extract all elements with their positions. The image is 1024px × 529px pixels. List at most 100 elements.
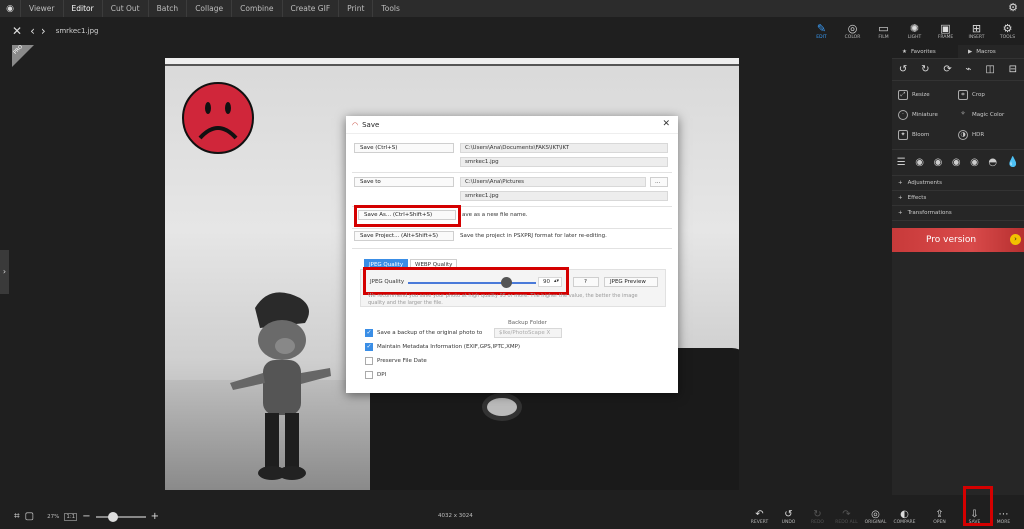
- section-transformations[interactable]: + Transformations: [892, 206, 1024, 221]
- flip-vertical-icon[interactable]: ⊟: [1009, 64, 1017, 75]
- quality-note-line-1: We recommend you save your photo at high…: [368, 293, 638, 299]
- save-to-button[interactable]: Save to: [354, 177, 454, 187]
- original-button[interactable]: ◎ ORIGINAL: [861, 505, 890, 529]
- tool-frame[interactable]: ▣ FRAME: [930, 17, 961, 45]
- filter-4-icon[interactable]: ◉: [970, 157, 979, 168]
- metadata-checkbox[interactable]: ✓: [365, 343, 373, 351]
- rotate-free-icon[interactable]: ⟳: [943, 64, 951, 75]
- pro-corner-badge: PRO: [12, 44, 34, 67]
- close-icon[interactable]: ✕: [662, 119, 670, 129]
- filter-2-icon[interactable]: ◉: [934, 157, 943, 168]
- tools-icon: ⚙: [1002, 21, 1013, 35]
- preserve-date-checkbox[interactable]: [365, 357, 373, 365]
- backup-checkbox[interactable]: ✓: [365, 329, 373, 337]
- magic-color-tool[interactable]: ✧ Magic Color: [958, 107, 1018, 123]
- save-button[interactable]: Save (Ctrl+S): [354, 143, 454, 153]
- menu-editor[interactable]: Editor: [62, 0, 102, 17]
- crop-tool[interactable]: ⌗ Crop: [958, 87, 1018, 103]
- save-project-button[interactable]: Save Project... (Alt+Shift+S): [354, 231, 454, 241]
- close-icon[interactable]: ✕: [12, 24, 22, 38]
- dpi-checkbox[interactable]: [365, 371, 373, 379]
- zoom-out-icon[interactable]: −: [82, 511, 90, 522]
- redo-button[interactable]: ↻ REDO: [803, 505, 832, 529]
- save-file-field[interactable]: smrkec1.jpg: [460, 157, 668, 167]
- zoom-actual-size-button[interactable]: 1:1: [64, 512, 78, 521]
- color-icon: ◎: [847, 21, 858, 35]
- play-icon: ▶: [968, 48, 973, 55]
- undo-button[interactable]: ↺ UNDO: [774, 505, 803, 529]
- edit-icon: ✎: [816, 21, 827, 35]
- backup-folder-field[interactable]: $Ike/PhotoScape X: [494, 328, 562, 338]
- rotate-left-icon[interactable]: ↺: [899, 64, 907, 75]
- filter-1-icon[interactable]: ◉: [915, 157, 924, 168]
- save-path-field[interactable]: C:\Users\Ana\Documents\FAKS\IKT\IKT: [460, 143, 668, 153]
- filter-list-icon[interactable]: ☰: [897, 157, 906, 168]
- more-icon: ⋯: [998, 509, 1009, 520]
- fit-window-icon[interactable]: ▢: [25, 511, 34, 522]
- browse-button[interactable]: ...: [650, 177, 668, 187]
- zoom-slider-track[interactable]: [95, 511, 146, 522]
- tool-color[interactable]: ◎ COLOR: [837, 17, 868, 45]
- left-panel-toggle[interactable]: ›: [0, 250, 9, 294]
- tool-light[interactable]: ✺ LIGHT: [899, 17, 930, 45]
- drop-icon[interactable]: 💧: [1007, 157, 1019, 168]
- menu-bar: ◉ Viewer Editor Cut Out Batch Collage Co…: [0, 0, 1024, 17]
- rotate-right-icon[interactable]: ↻: [921, 64, 929, 75]
- zoom-controls: ⌗ ▢ 27% 1:1 − +: [14, 511, 159, 522]
- menu-cut-out[interactable]: Cut Out: [101, 0, 148, 17]
- jpeg-preview-button[interactable]: JPEG Preview: [604, 277, 658, 287]
- zoom-in-icon[interactable]: +: [151, 511, 159, 522]
- compare-button[interactable]: ◐ COMPARE: [890, 505, 919, 529]
- compare-icon: ◐: [900, 509, 909, 520]
- app-logo-icon[interactable]: ◉: [0, 4, 20, 14]
- redo-all-button[interactable]: ↷ REDO ALL: [832, 505, 861, 529]
- tool-tools[interactable]: ⚙ TOOLS: [992, 17, 1023, 45]
- menu-collage[interactable]: Collage: [186, 0, 231, 17]
- menu-viewer[interactable]: Viewer: [20, 0, 63, 17]
- file-bar: ✕ ‹ › smrkec1.jpg: [0, 17, 800, 45]
- settings-gear-icon[interactable]: ⚙: [1008, 1, 1018, 14]
- save-as-description: ave as a new file name.: [462, 212, 528, 218]
- menu-combine[interactable]: Combine: [231, 0, 281, 17]
- save-to-file-field[interactable]: smrkec1.jpg: [460, 191, 668, 201]
- crop-icon: ⌗: [958, 90, 968, 100]
- menu-create-gif[interactable]: Create GIF: [281, 0, 339, 17]
- save-dialog: ◠ Save ✕ Save (Ctrl+S) C:\Users\Ana\Docu…: [346, 116, 678, 393]
- resize-tool[interactable]: ⤢ Resize: [898, 87, 958, 103]
- tab-macros[interactable]: ▶ Macros: [958, 45, 1024, 58]
- pro-version-banner[interactable]: Pro version ›: [892, 228, 1024, 252]
- save-to-path-field[interactable]: C:\Users\Ana\Pictures: [460, 177, 646, 187]
- zoom-slider-thumb[interactable]: [107, 511, 118, 522]
- section-effects[interactable]: + Effects: [892, 191, 1024, 206]
- menu-print[interactable]: Print: [338, 0, 372, 17]
- dialog-title: Save: [362, 120, 380, 129]
- open-icon: ⇪: [935, 509, 944, 520]
- flip-horizontal-icon[interactable]: ◫: [985, 64, 994, 75]
- grid-icon[interactable]: ⌗: [14, 511, 20, 522]
- filter-3-icon[interactable]: ◉: [952, 157, 961, 168]
- more-button[interactable]: ⋯ MORE: [989, 505, 1018, 529]
- backup-option-label: Save a backup of the original photo to: [377, 330, 483, 336]
- section-adjustments[interactable]: + Adjustments: [892, 176, 1024, 191]
- menu-batch[interactable]: Batch: [147, 0, 187, 17]
- save-highlight: [963, 486, 993, 526]
- tool-insert[interactable]: ⊞ INSERT: [961, 17, 992, 45]
- help-button[interactable]: ?: [573, 277, 599, 287]
- bloom-tool[interactable]: ✦ Bloom: [898, 127, 958, 143]
- undo-icon: ↺: [784, 509, 793, 520]
- miniature-tool[interactable]: · Miniature: [898, 107, 958, 123]
- filter-5-icon[interactable]: ◓: [988, 157, 997, 168]
- tool-film[interactable]: ▭ FILM: [868, 17, 899, 45]
- menu-tools[interactable]: Tools: [372, 0, 407, 17]
- next-icon[interactable]: ›: [41, 24, 46, 38]
- tab-favorites[interactable]: ★ Favorites: [892, 45, 958, 58]
- frame-icon: ▣: [940, 21, 951, 35]
- open-button[interactable]: ⇪ OPEN: [925, 505, 954, 529]
- hdr-tool[interactable]: ◑ HDR: [958, 127, 1018, 143]
- prev-icon[interactable]: ‹: [30, 24, 35, 38]
- revert-button[interactable]: ↶ REVERT: [745, 505, 774, 529]
- tool-edit[interactable]: ✎ EDIT: [806, 17, 837, 45]
- edit-tools-grid: ⤢ Resize ⌗ Crop · Miniature ✧ Magic Color ✦ B…: [892, 81, 1024, 150]
- file-name: smrkec1.jpg: [55, 27, 99, 35]
- straighten-icon[interactable]: ⌁: [966, 64, 972, 75]
